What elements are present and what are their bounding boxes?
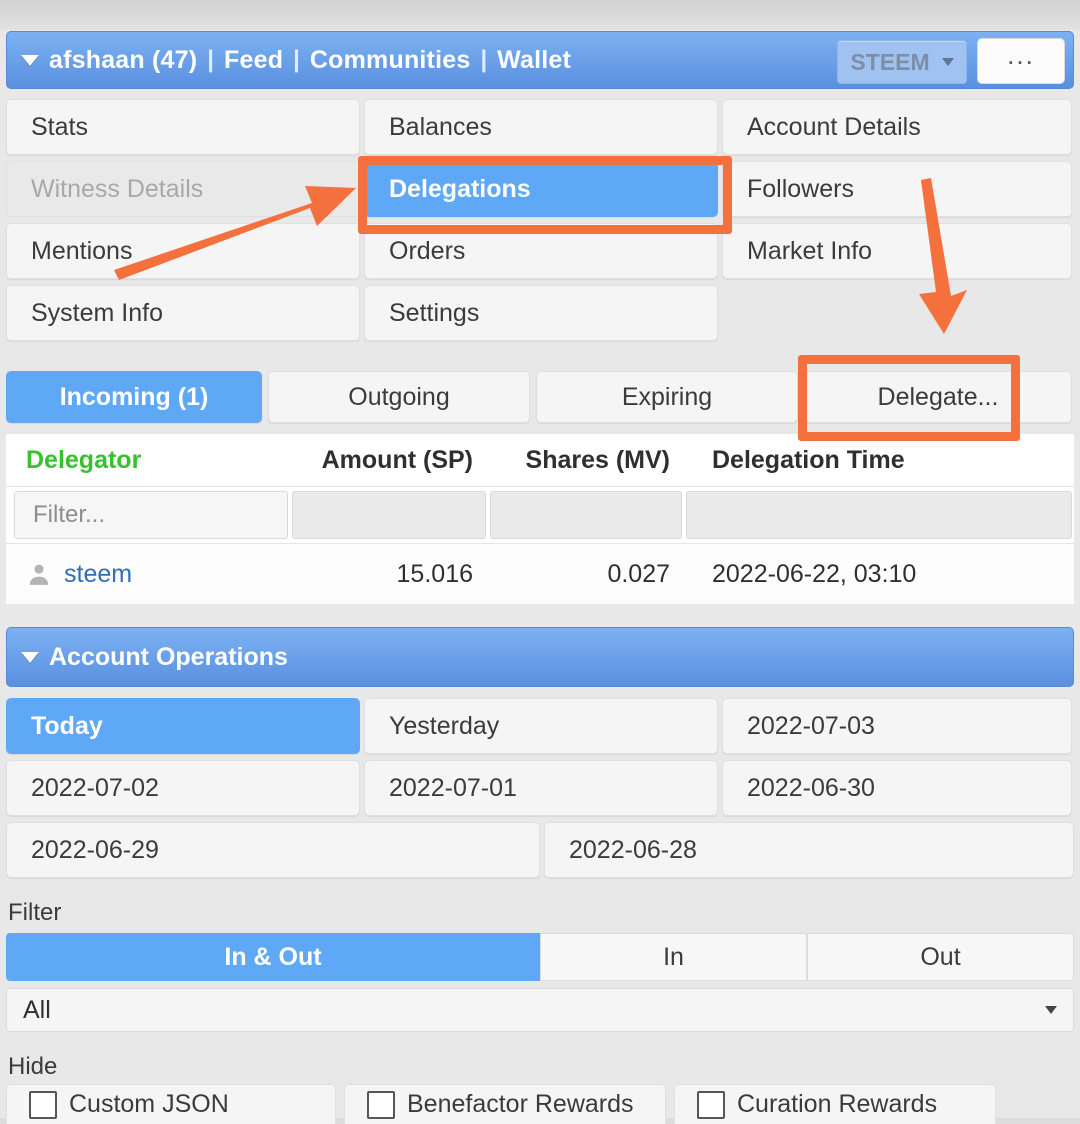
nav-link-feed[interactable]: Feed: [224, 46, 283, 75]
delegations-table: Delegator Amount (SP) Shares (MV) Delega…: [6, 434, 1074, 604]
subtab-incoming[interactable]: Incoming (1): [6, 371, 262, 423]
date-button-2022-07-02[interactable]: 2022-07-02: [6, 760, 360, 816]
date-button-2022-06-29[interactable]: 2022-06-29: [6, 822, 540, 878]
hide-option-benefactor-rewards[interactable]: Benefactor Rewards: [344, 1084, 666, 1124]
column-header-amount[interactable]: Amount (SP): [289, 446, 489, 475]
account-name[interactable]: afshaan (47): [49, 46, 197, 75]
nav-item-mentions[interactable]: Mentions: [6, 223, 360, 279]
section-nav-grid: Stats Balances Account Details Witness D…: [6, 99, 1074, 347]
hide-option-label: Curation Rewards: [737, 1090, 938, 1118]
cell-delegation-time: 2022-06-22, 03:10: [712, 559, 917, 588]
account-operations-title: Account Operations: [49, 642, 288, 671]
subtab-expiring[interactable]: Expiring: [536, 371, 798, 423]
operation-type-select[interactable]: All: [6, 988, 1074, 1032]
chevron-down-icon: [1045, 1006, 1057, 1014]
hide-option-label: Benefactor Rewards: [407, 1090, 634, 1118]
table-filter-row: Filter...: [6, 487, 1074, 544]
hide-option-label: Custom JSON: [69, 1090, 229, 1118]
date-button-yesterday[interactable]: Yesterday: [364, 698, 718, 754]
delegations-subtabs: Incoming (1) Outgoing Expiring Delegate.…: [6, 371, 1074, 423]
cell-amount: 15.016: [396, 559, 473, 588]
currency-label: STEEM: [850, 48, 930, 75]
nav-item-followers[interactable]: Followers: [722, 161, 1072, 217]
nav-item-balances[interactable]: Balances: [364, 99, 718, 155]
caret-down-icon[interactable]: [21, 54, 39, 66]
nav-row: Mentions Orders Market Info: [6, 223, 1074, 283]
direction-filter-group: In & Out In Out: [6, 933, 1074, 981]
nav-item-account-details[interactable]: Account Details: [722, 99, 1072, 155]
app-root: afshaan (47) | Feed | Communities | Wall…: [0, 0, 1080, 1124]
date-button-2022-07-03[interactable]: 2022-07-03: [722, 698, 1072, 754]
nav-item-system-info[interactable]: System Info: [6, 285, 360, 341]
nav-item-delegations[interactable]: Delegations: [364, 161, 718, 217]
nav-item-stats[interactable]: Stats: [6, 99, 360, 155]
nav-item-witness-details: Witness Details: [6, 161, 360, 217]
nav-link-wallet[interactable]: Wallet: [497, 46, 571, 75]
account-operations-header[interactable]: Account Operations: [6, 627, 1074, 687]
subtab-outgoing[interactable]: Outgoing: [268, 371, 530, 423]
amount-filter-cell: [291, 491, 486, 539]
hide-option-custom-json[interactable]: Custom JSON: [6, 1084, 336, 1124]
top-chrome-strip: [0, 0, 1080, 30]
date-button-today[interactable]: Today: [6, 698, 360, 754]
operation-type-value: All: [23, 995, 51, 1024]
nav-row: Witness Details Delegations Followers: [6, 161, 1074, 221]
header-separator-2: |: [293, 46, 300, 73]
filter-in[interactable]: In: [540, 933, 807, 981]
filter-section-label: Filter: [8, 899, 62, 926]
hide-option-curation-rewards[interactable]: Curation Rewards: [674, 1084, 996, 1124]
currency-selector[interactable]: STEEM: [837, 40, 967, 84]
date-row: 2022-06-29 2022-06-28: [6, 822, 1074, 882]
date-button-2022-07-01[interactable]: 2022-07-01: [364, 760, 718, 816]
checkbox-icon[interactable]: [697, 1090, 725, 1119]
shares-filter-cell: [489, 491, 682, 539]
column-header-delegation-time[interactable]: Delegation Time: [684, 446, 1074, 475]
hide-section-label: Hide: [8, 1053, 58, 1080]
subtab-delegate[interactable]: Delegate...: [804, 371, 1072, 423]
date-button-2022-06-30[interactable]: 2022-06-30: [722, 760, 1072, 816]
cell-delegator: steem: [6, 560, 289, 589]
operations-date-grid: Today Yesterday 2022-07-03 2022-07-02 20…: [6, 698, 1074, 884]
nav-item-market-info[interactable]: Market Info: [722, 223, 1072, 279]
delegator-filter-input[interactable]: Filter...: [14, 491, 288, 539]
nav-link-communities[interactable]: Communities: [310, 46, 471, 75]
cell-shares: 0.027: [607, 559, 670, 588]
checkbox-icon[interactable]: [367, 1090, 395, 1119]
date-row: Today Yesterday 2022-07-03: [6, 698, 1074, 758]
nav-item-settings[interactable]: Settings: [364, 285, 718, 341]
time-filter-cell: [685, 491, 1072, 539]
table-header-row: Delegator Amount (SP) Shares (MV) Delega…: [6, 434, 1074, 487]
user-icon: [29, 564, 49, 585]
column-header-delegator[interactable]: Delegator: [6, 446, 289, 475]
main-header-bar: afshaan (47) | Feed | Communities | Wall…: [6, 31, 1074, 89]
nav-item-orders[interactable]: Orders: [364, 223, 718, 279]
filter-out[interactable]: Out: [807, 933, 1074, 981]
caret-down-icon[interactable]: [21, 651, 39, 663]
nav-item-placeholder: [722, 285, 1072, 341]
nav-row: System Info Settings: [6, 285, 1074, 345]
more-menu-button[interactable]: ...: [977, 38, 1065, 84]
date-button-2022-06-28[interactable]: 2022-06-28: [544, 822, 1074, 878]
delegator-link[interactable]: steem: [64, 560, 132, 589]
nav-row: Stats Balances Account Details: [6, 99, 1074, 159]
header-separator-3: |: [480, 46, 488, 73]
header-separator-1: |: [207, 46, 215, 73]
checkbox-icon[interactable]: [29, 1090, 57, 1119]
table-row[interactable]: steem 15.016 0.027 2022-06-22, 03:10: [6, 544, 1074, 604]
filter-in-and-out[interactable]: In & Out: [6, 933, 540, 981]
column-header-shares[interactable]: Shares (MV): [489, 446, 684, 475]
date-row: 2022-07-02 2022-07-01 2022-06-30: [6, 760, 1074, 820]
hide-options-row: Custom JSON Benefactor Rewards Curation …: [6, 1084, 1074, 1124]
chevron-down-icon: [941, 58, 954, 66]
